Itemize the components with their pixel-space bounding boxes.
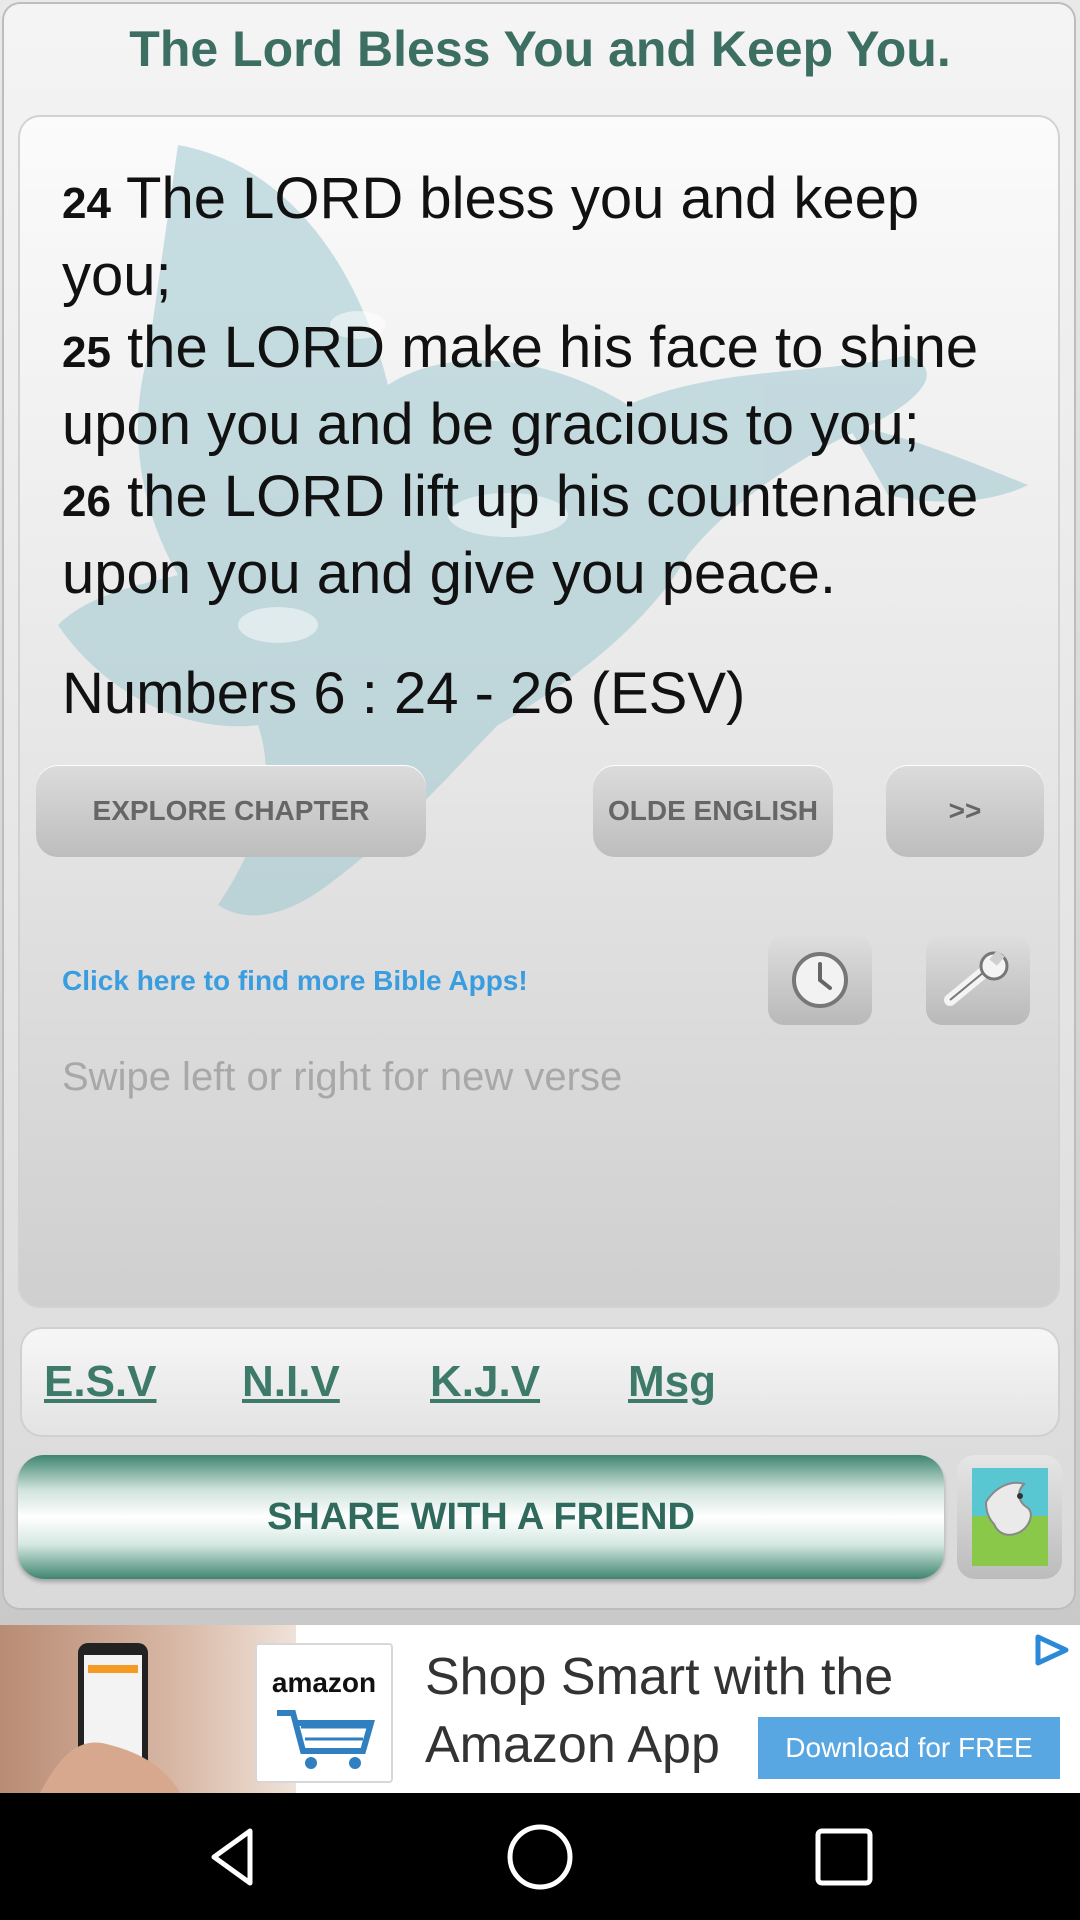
amazon-brand-text: amazon [271,1667,377,1698]
clock-icon [792,952,848,1008]
home-icon[interactable] [504,1821,576,1893]
translation-tabs: E.S.V N.I.V K.J.V Msg [20,1327,1060,1437]
verse-text: 24 The LORD bless you and keep you; 25 t… [62,163,1042,610]
ad-headline: Shop Smart with the [425,1648,894,1706]
app-title: The Lord Bless You and Keep You. [129,21,951,77]
app-screen: The Lord Bless You and Keep You. 24 The … [0,0,1080,1625]
verse-number: 25 [62,328,111,377]
share-with-friend-button[interactable]: SHARE WITH A FRIEND [18,1455,944,1579]
swipe-hint: Swipe left or right for new verse [62,1055,623,1099]
verse-reference: Numbers 6 : 24 - 26 (ESV) [62,661,746,726]
amazon-logo: amazon [255,1643,393,1783]
verse-number: 26 [62,477,111,526]
ad-subheadline: Amazon App [425,1716,720,1774]
recents-icon[interactable] [808,1821,880,1893]
dove-icon [971,1468,1048,1566]
ad-image [0,1625,296,1793]
settings-button[interactable] [926,935,1030,1025]
history-button[interactable] [768,935,872,1025]
next-verse-button[interactable]: >> [886,765,1044,857]
wrench-icon [944,950,1009,1006]
ad-choices-icon[interactable] [1032,1633,1072,1667]
system-navigation-bar [0,1793,1080,1920]
tab-niv[interactable]: N.I.V [242,1357,340,1407]
ad-download-button[interactable]: Download for FREE [758,1717,1060,1779]
shopping-cart-icon [277,1710,375,1769]
tab-kjv[interactable]: K.J.V [430,1357,540,1407]
verse-card[interactable]: 24 The LORD bless you and keep you; 25 t… [18,115,1060,1308]
more-bible-apps-link[interactable]: Click here to find more Bible Apps! [62,965,528,997]
verse-line: The LORD bless you and keep you; [62,166,920,308]
phone-in-hand-icon [40,1643,180,1793]
verse-line: the LORD make his face to shine upon you… [62,315,979,457]
tab-msg[interactable]: Msg [628,1357,716,1407]
verse-number: 24 [62,179,111,228]
explore-chapter-button[interactable]: EXPLORE CHAPTER [36,765,426,857]
ad-banner[interactable]: amazon Shop Smart with the Amazon App Do… [0,1625,1080,1793]
back-icon[interactable] [198,1821,270,1893]
verse-line: the LORD lift up his countenance upon yo… [62,464,979,606]
tab-esv[interactable]: E.S.V [44,1357,157,1407]
dove-button[interactable] [957,1455,1062,1579]
olde-english-button[interactable]: OLDE ENGLISH [593,765,833,857]
